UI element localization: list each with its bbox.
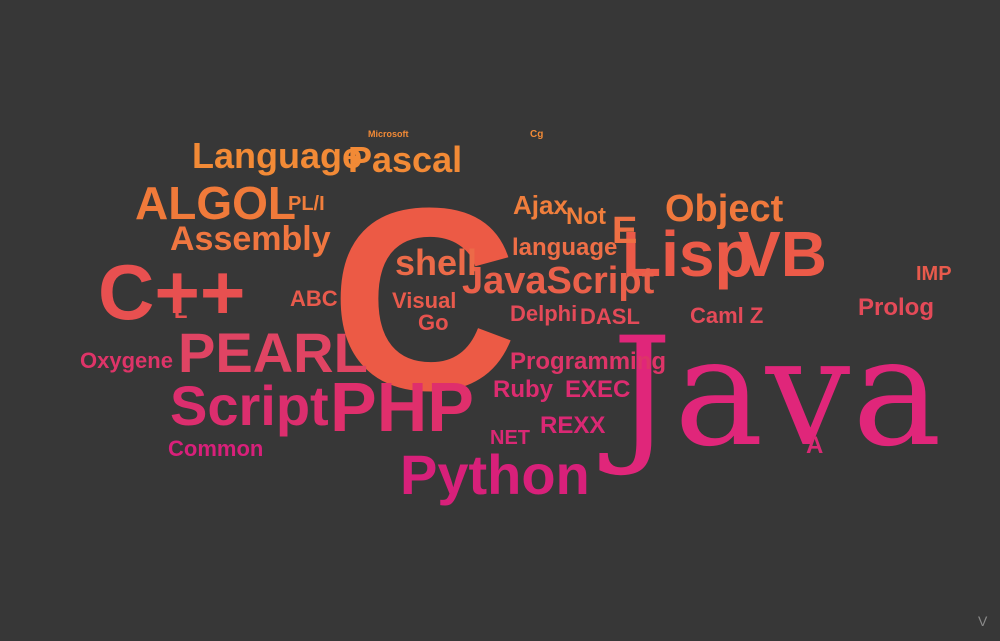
word-language: Language bbox=[192, 135, 363, 176]
word-shell: shell bbox=[395, 242, 478, 283]
word-language-small: language bbox=[512, 234, 618, 261]
word-ruby: Ruby bbox=[493, 376, 553, 403]
word-dasl: DASL bbox=[580, 304, 640, 329]
word-python: Python bbox=[400, 443, 590, 506]
word-imp: IMP bbox=[916, 263, 952, 285]
word-pli: PL/I bbox=[288, 193, 325, 215]
word-cplusplus: C++ bbox=[98, 248, 246, 336]
word-prolog: Prolog bbox=[858, 294, 934, 321]
word-abc: ABC bbox=[290, 286, 338, 311]
word-pascal: Pascal bbox=[348, 139, 463, 180]
word-l: L bbox=[174, 298, 188, 323]
word-java: Java bbox=[612, 306, 944, 480]
word-exec: EXEC bbox=[565, 376, 631, 403]
word-rexx: REXX bbox=[540, 412, 606, 439]
word-cloud: Java C PHP Python PEARL C++ Script Lisp … bbox=[0, 0, 1000, 641]
word-a: A bbox=[806, 432, 824, 459]
word-not: Not bbox=[566, 203, 606, 230]
word-camlz: Caml Z bbox=[690, 303, 764, 328]
word-common: Common bbox=[168, 436, 264, 461]
word-net: NET bbox=[490, 427, 530, 449]
word-assembly: Assembly bbox=[170, 220, 331, 258]
word-microsoft: Microsoft bbox=[368, 129, 409, 139]
word-programming: Programming bbox=[510, 348, 667, 375]
corner-mark: V bbox=[978, 613, 988, 629]
word-go: Go bbox=[418, 310, 449, 335]
word-cg: Cg bbox=[530, 129, 544, 140]
word-object: Object bbox=[665, 188, 784, 230]
word-vb: VB bbox=[738, 218, 827, 290]
word-script: Script bbox=[170, 374, 329, 437]
word-visual: Visual bbox=[392, 288, 457, 313]
word-ajax: Ajax bbox=[513, 190, 568, 220]
word-oxygene: Oxygene bbox=[80, 348, 173, 373]
word-javascript: JavaScript bbox=[462, 260, 655, 302]
word-delphi: Delphi bbox=[510, 301, 578, 326]
